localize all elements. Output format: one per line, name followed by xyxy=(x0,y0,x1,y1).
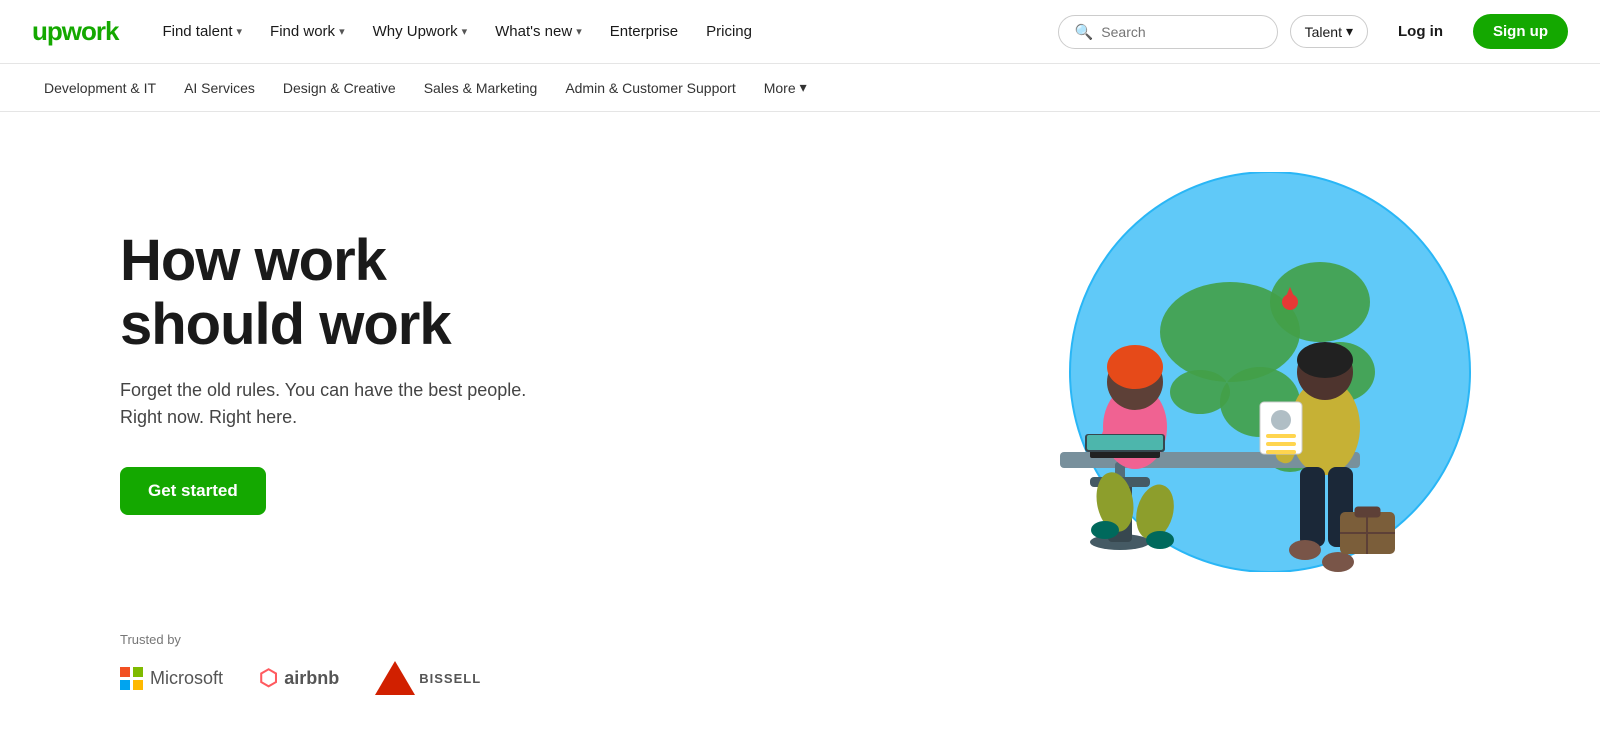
find-talent-chevron: ▾ xyxy=(237,25,243,38)
more-chevron: ▾ xyxy=(800,79,807,96)
cat-design-creative[interactable]: Design & Creative xyxy=(271,74,408,102)
hero-text: How work should work Forget the old rule… xyxy=(120,229,680,515)
why-upwork-chevron: ▾ xyxy=(462,25,468,38)
search-bar[interactable]: 🔍 xyxy=(1058,15,1278,49)
airbnb-logo: ⬡ airbnb xyxy=(259,665,339,691)
nav-right: 🔍 Talent ▾ Log in Sign up xyxy=(1058,14,1568,49)
find-talent-link[interactable]: Find talent ▾ xyxy=(150,15,254,48)
cat-admin-support[interactable]: Admin & Customer Support xyxy=(553,74,747,102)
whats-new-link[interactable]: What's new ▾ xyxy=(483,15,594,48)
trusted-logos: Microsoft ⬡ airbnb BISSELL xyxy=(120,661,1480,695)
ms-blue-square xyxy=(120,680,130,690)
trusted-section: Trusted by Microsoft ⬡ airbnb BISSELL xyxy=(0,612,1600,725)
ms-yellow-square xyxy=(133,680,143,690)
login-button[interactable]: Log in xyxy=(1380,14,1461,49)
pricing-link[interactable]: Pricing xyxy=(694,15,764,48)
trusted-label: Trusted by xyxy=(120,632,1480,647)
search-input[interactable] xyxy=(1101,24,1231,40)
cat-sales-marketing[interactable]: Sales & Marketing xyxy=(412,74,550,102)
category-navigation: Development & IT AI Services Design & Cr… xyxy=(0,64,1600,112)
airbnb-icon: ⬡ xyxy=(259,665,278,691)
bissell-triangle xyxy=(375,661,415,695)
get-started-button[interactable]: Get started xyxy=(120,467,266,515)
bissell-logo: BISSELL xyxy=(375,661,481,695)
enterprise-link[interactable]: Enterprise xyxy=(598,15,690,48)
hero-title: How work should work xyxy=(120,229,680,357)
ms-red-square xyxy=(120,667,130,677)
talent-chevron: ▾ xyxy=(1346,23,1353,40)
why-upwork-link[interactable]: Why Upwork ▾ xyxy=(361,15,480,48)
find-work-chevron: ▾ xyxy=(339,25,345,38)
microsoft-logo: Microsoft xyxy=(120,667,223,689)
cat-ai-services[interactable]: AI Services xyxy=(172,74,267,102)
top-navigation: upwork Find talent ▾ Find work ▾ Why Upw… xyxy=(0,0,1600,64)
whats-new-chevron: ▾ xyxy=(576,25,582,38)
signup-button[interactable]: Sign up xyxy=(1473,14,1568,49)
cat-development-it[interactable]: Development & IT xyxy=(32,74,168,102)
bissell-triangle-container xyxy=(375,661,415,695)
upwork-logo[interactable]: upwork xyxy=(32,16,118,47)
microsoft-squares xyxy=(120,667,142,689)
ms-green-square xyxy=(133,667,143,677)
cat-more[interactable]: More ▾ xyxy=(752,73,819,102)
nav-links: Find talent ▾ Find work ▾ Why Upwork ▾ W… xyxy=(150,15,1057,48)
hero-illustration xyxy=(680,172,1480,572)
hero-subtitle: Forget the old rules. You can have the b… xyxy=(120,377,680,431)
hero-section: How work should work Forget the old rule… xyxy=(0,112,1600,612)
talent-dropdown[interactable]: Talent ▾ xyxy=(1290,15,1368,48)
hero-svg xyxy=(960,172,1480,572)
search-icon: 🔍 xyxy=(1075,23,1094,41)
find-work-link[interactable]: Find work ▾ xyxy=(258,15,357,48)
